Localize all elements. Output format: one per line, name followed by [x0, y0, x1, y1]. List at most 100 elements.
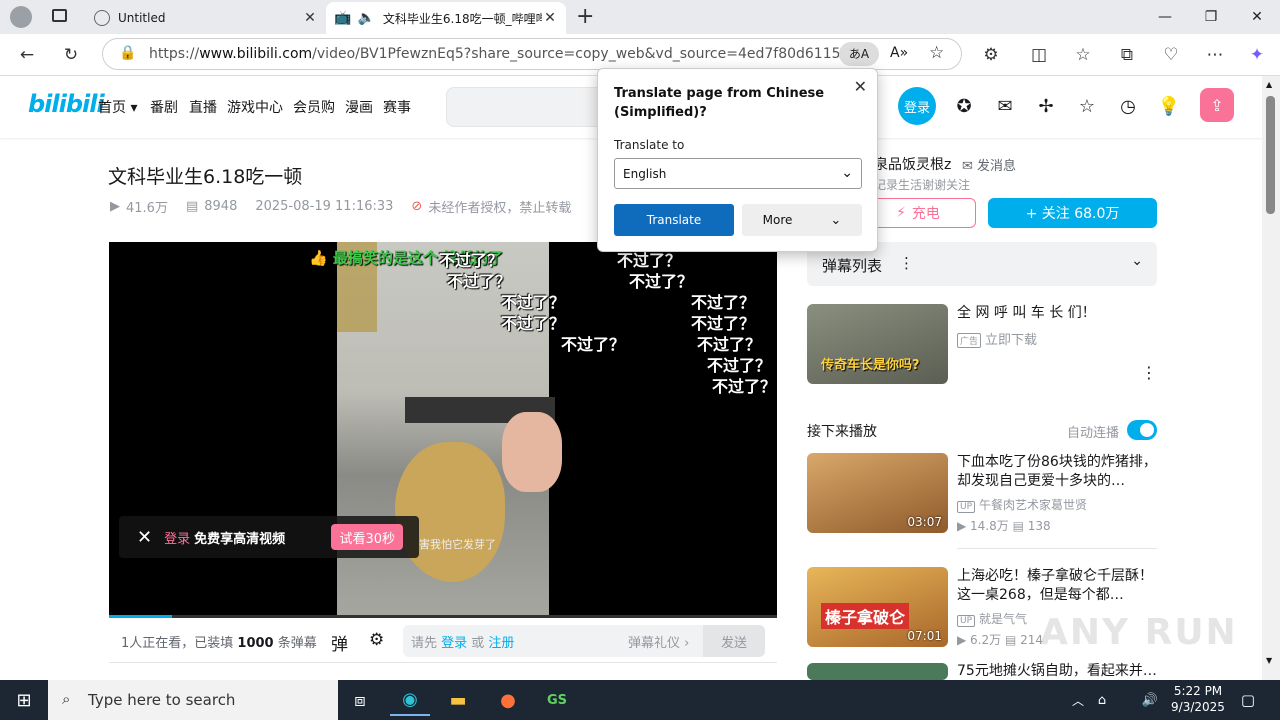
progress-bar[interactable] [109, 615, 777, 618]
browser-essentials-icon[interactable]: ♡ [1156, 40, 1186, 70]
follow-button[interactable]: + 关注 68.0万 [988, 198, 1157, 228]
rec-thumbnail[interactable] [807, 663, 948, 680]
close-popup-icon[interactable]: ✕ [854, 77, 867, 96]
danmaku-input[interactable]: 请先 登录 或 注册 弹幕礼仪 › 发送 [403, 625, 765, 657]
close-tab-icon[interactable]: ✕ [302, 10, 318, 26]
profile-icon[interactable] [10, 6, 32, 28]
network-icon[interactable]: ⌂ [1082, 684, 1122, 716]
danmaku-etiquette-link[interactable]: 弹幕礼仪 › [628, 632, 689, 651]
restore-button[interactable]: ❐ [1188, 0, 1234, 34]
video-duration: 03:07 [907, 515, 942, 529]
prompt-login-link[interactable]: 登录 [164, 528, 190, 547]
tab-title: Untitled [118, 11, 166, 25]
more-options-button[interactable]: More ⌄ [742, 204, 862, 236]
minimize-button[interactable]: — [1142, 0, 1188, 34]
close-tab-icon[interactable]: ✕ [542, 10, 558, 26]
firefox-icon[interactable]: ● [488, 684, 528, 716]
nav-live[interactable]: 直播 [189, 97, 217, 117]
video-player[interactable]: 👍 最搞笑的是这个 算低的了 不过了？ 不过了？ 不过了？ 不过了？ 不过了？ … [109, 242, 777, 618]
ad-thumbnail[interactable]: 传奇车长是你吗? [807, 304, 948, 384]
favorite-star-icon[interactable]: ☆ [929, 43, 944, 63]
nav-manga[interactable]: 漫画 [345, 97, 373, 117]
scrollbar-thumb[interactable] [1266, 96, 1275, 214]
favorites-icon[interactable]: ☆ [1068, 40, 1098, 70]
danmaku-register-link[interactable]: 注册 [488, 636, 514, 651]
danmaku-toggle-icon[interactable]: 弹 [331, 630, 348, 655]
tab-bilibili[interactable]: 📺 🔈 文科毕业生6.18吃一顿_哔哩哔哩_bilibili ✕ [326, 2, 566, 34]
history-clock-icon[interactable]: ◷ [1116, 94, 1140, 118]
chevron-down-icon[interactable]: ⌄ [1131, 253, 1143, 269]
bilibili-logo[interactable]: bilibili [28, 90, 105, 118]
translate-icon[interactable]: あA [839, 42, 879, 66]
address-bar[interactable]: 🔒 https://www.bilibili.com/video/BV1Pfew… [102, 38, 962, 70]
settings-more-icon[interactable]: ⋯ [1200, 40, 1230, 70]
greenshot-icon[interactable]: GS [537, 684, 577, 716]
edge-taskbar-icon[interactable]: ◉ [390, 684, 430, 716]
ad-more-icon[interactable]: ⋮ [1141, 363, 1157, 382]
back-button[interactable]: ← [12, 40, 42, 70]
watermark: ANY RUN [1040, 612, 1238, 653]
hand [502, 412, 562, 492]
rec-uploader[interactable]: UP 午餐肉艺术家葛世贤 [957, 496, 1087, 513]
danmaku-settings-icon[interactable]: ⚙ [369, 630, 384, 650]
copilot-icon[interactable]: ✦ [1242, 40, 1272, 70]
creative-bulb-icon[interactable]: 💡 [1157, 94, 1181, 118]
uploader-name[interactable]: 泉品饭灵根z [874, 154, 951, 174]
video-duration: 07:01 [907, 629, 942, 643]
tab-actions-icon[interactable] [52, 9, 67, 22]
close-prompt-icon[interactable]: ✕ [137, 527, 152, 548]
autoplay-toggle[interactable] [1127, 420, 1157, 440]
more-vertical-icon[interactable]: ⋮ [899, 254, 914, 272]
ad-cta-link[interactable]: 立即下载 [985, 333, 1037, 348]
audio-playing-icon[interactable]: 🔈 [357, 10, 374, 26]
url-text[interactable]: https://www.bilibili.com/video/BV1Pfewzn… [149, 46, 839, 62]
collections-icon[interactable]: ⧉ [1112, 40, 1142, 70]
upload-button[interactable]: ⇪ [1200, 88, 1234, 122]
notification-icon[interactable]: ▢ [1228, 684, 1268, 716]
read-aloud-icon[interactable]: A» [890, 45, 908, 61]
vip-icon[interactable]: ✪ [952, 94, 976, 118]
site-info-icon[interactable]: 🔒 [119, 45, 136, 61]
new-tab-button[interactable]: + [576, 4, 594, 29]
nav-member-shop[interactable]: 会员购 [293, 97, 335, 117]
nav-home[interactable]: 首页 ▾ [98, 97, 137, 117]
rec-thumbnail[interactable]: 榛子拿破仑 07:01 [807, 567, 948, 647]
uploader-desc: 记录生活谢谢关注 [874, 178, 971, 192]
task-view-icon[interactable]: ⧈ [340, 684, 380, 716]
favorites-star-icon[interactable]: ☆ [1075, 94, 1099, 118]
split-screen-icon[interactable]: ◫ [1024, 40, 1054, 70]
rec-title[interactable]: 上海必吃！榛子拿破仑千层酥！这一桌268，但是每个都… [957, 567, 1157, 605]
dynamic-icon[interactable]: ✢ [1034, 94, 1058, 118]
translate-popup: Translate page from Chinese (Simplified)… [597, 68, 878, 252]
send-danmaku-button[interactable]: 发送 [703, 625, 765, 657]
extensions-icon[interactable]: ⚙ [976, 40, 1006, 70]
scroll-down-icon[interactable]: ▼ [1266, 656, 1272, 665]
tab-untitled[interactable]: Untitled ✕ [86, 2, 326, 34]
try-30s-button[interactable]: 试看30秒 [331, 524, 403, 550]
volume-icon[interactable]: 🔊 [1130, 684, 1170, 716]
danmaku-login-link[interactable]: 登录 [441, 636, 467, 651]
login-avatar-button[interactable]: 登录 [898, 87, 936, 125]
language-select[interactable]: English ⌄ [614, 158, 862, 189]
danmaku-item: 不过了？ [561, 335, 626, 354]
nav-game-center[interactable]: 游戏中心 [227, 97, 283, 117]
message-icon[interactable]: ✉ [993, 94, 1017, 118]
rec-title[interactable]: 75元地摊火锅自助，看起来并… [957, 662, 1157, 680]
windows-start-icon[interactable]: ⊞ [0, 680, 48, 720]
page-scrollbar[interactable]: ▲ ▼ [1262, 76, 1280, 680]
translate-button[interactable]: Translate [614, 204, 734, 236]
translate-to-label: Translate to [614, 138, 685, 152]
scroll-up-icon[interactable]: ▲ [1266, 80, 1272, 89]
taskbar-clock[interactable]: 5:22 PM 9/3/2025 [1168, 683, 1228, 715]
nav-anime[interactable]: 番剧 [150, 97, 178, 117]
nav-esports[interactable]: 赛事 [383, 97, 411, 117]
rec-uploader[interactable]: UP 就是气气 [957, 610, 1027, 627]
rec-title[interactable]: 下血本吃了份86块钱的炸猪排，却发现自己更爱十多块的… [957, 453, 1157, 491]
rec-thumbnail[interactable]: 03:07 [807, 453, 948, 533]
send-message-link[interactable]: ✉ 发消息 [962, 155, 1016, 174]
file-explorer-icon[interactable]: ▬ [438, 684, 478, 716]
taskbar-search-input[interactable]: ⌕ Type here to search [48, 680, 338, 720]
refresh-button[interactable]: ↻ [56, 40, 86, 70]
close-window-button[interactable]: ✕ [1234, 0, 1280, 34]
ad-title[interactable]: 全 网 呼 叫 车 长 们！ [957, 304, 1157, 323]
